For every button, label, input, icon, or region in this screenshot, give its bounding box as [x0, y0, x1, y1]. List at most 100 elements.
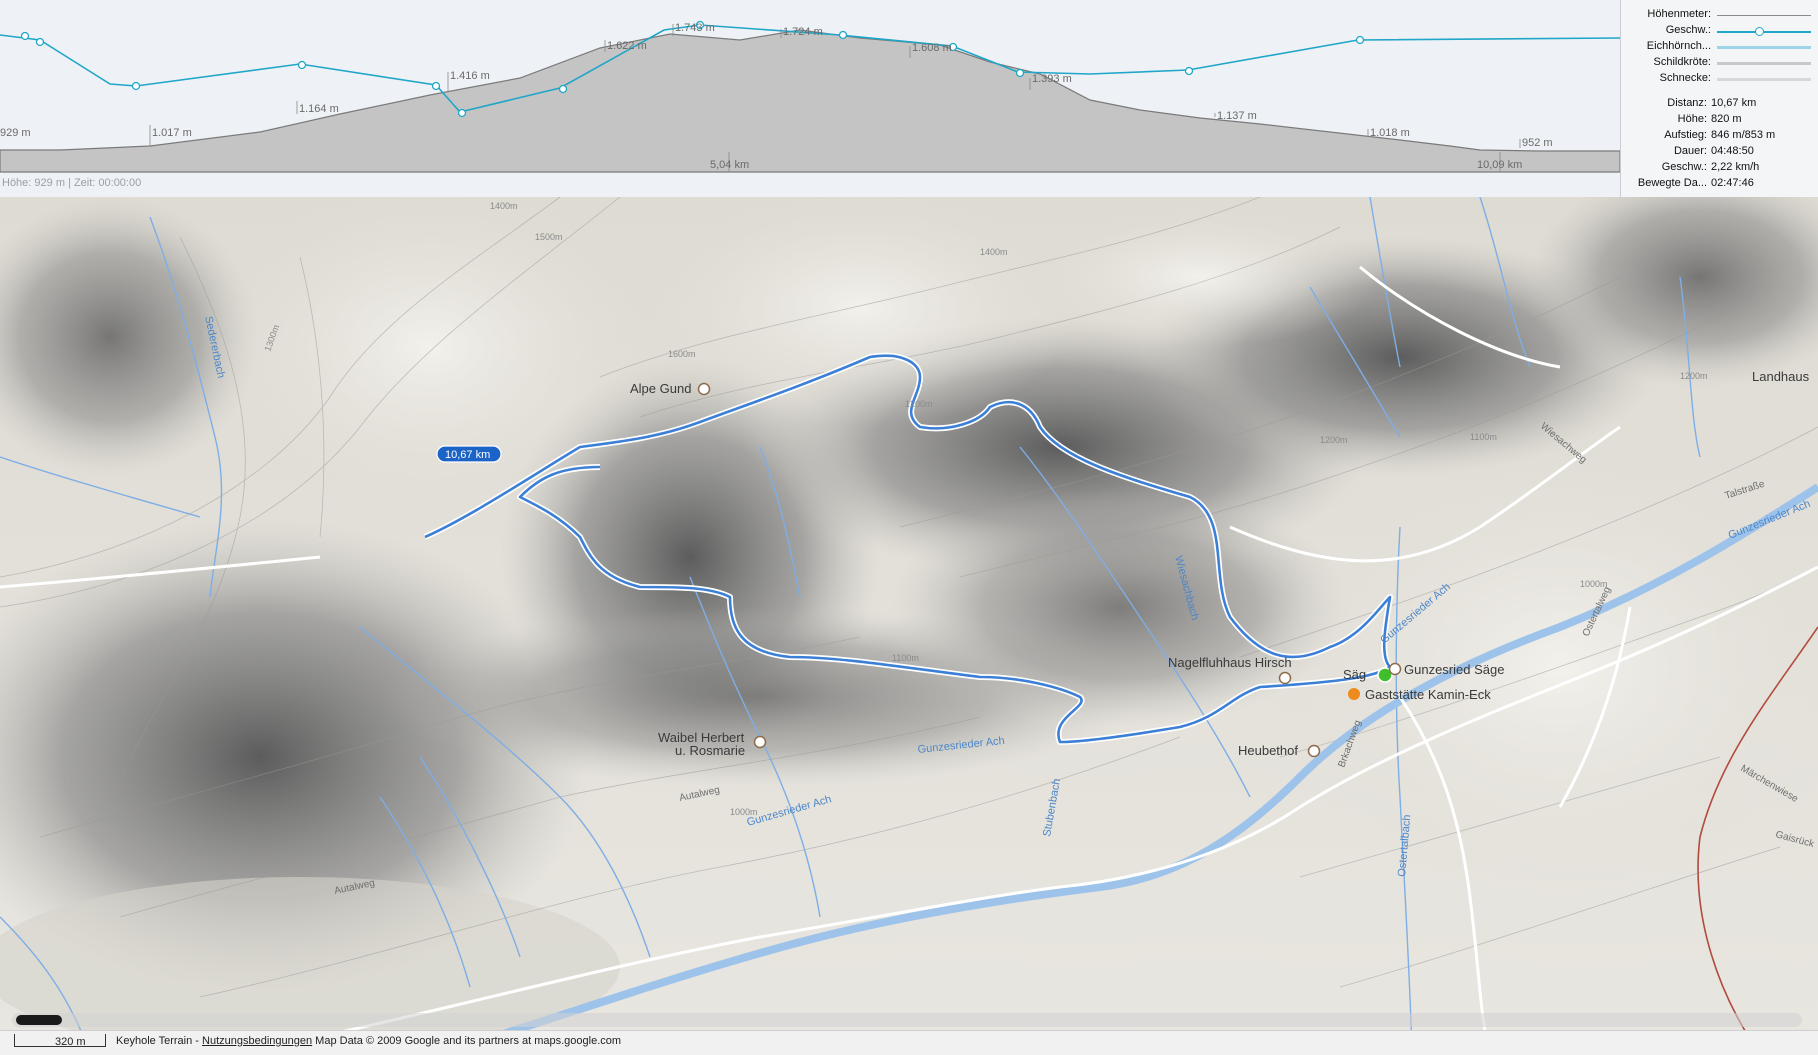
stat-label: Aufstieg: — [1664, 129, 1707, 141]
legend-stats-panel: Höhenmeter: Geschw.: Eichhörnch... Schil… — [1620, 0, 1818, 197]
stat-value: 820 m — [1711, 113, 1742, 125]
speed-point[interactable] — [1184, 66, 1194, 76]
elevation-label: 1.018 m — [1370, 127, 1410, 139]
hut-icon — [1278, 671, 1292, 685]
contour-label: 1000m — [1580, 579, 1608, 589]
hut-icon — [753, 735, 767, 749]
contour-label: 1100m — [892, 653, 919, 663]
elevation-label: 1.608 m — [912, 42, 952, 54]
poi-label: u. Rosmarie — [675, 743, 745, 758]
stat-label: Bewegte Da... — [1637, 177, 1707, 189]
legend-marker-icon — [1755, 27, 1764, 36]
legend-item-elevation[interactable]: Höhenmeter: — [1621, 7, 1818, 23]
elevation-area — [0, 29, 1620, 173]
speed-point[interactable] — [457, 108, 467, 118]
contour-label: 1600m — [668, 349, 696, 359]
scrollbar-thumb[interactable] — [16, 1015, 62, 1025]
elevation-label: 952 m — [1522, 137, 1553, 149]
legend-swatch — [1717, 78, 1811, 81]
legend-swatch — [1717, 62, 1811, 65]
poi-label-short: Säg — [1343, 667, 1366, 682]
speed-point[interactable] — [838, 30, 848, 40]
legend-label: Höhenmeter: — [1647, 8, 1711, 20]
speed-point[interactable] — [1355, 35, 1365, 45]
speed-point[interactable] — [297, 60, 307, 70]
poi-label: Gaststätte Kamin-Eck — [1365, 687, 1491, 702]
profile-graph: 929 m 1.017 m 1.164 m 1.416 m 1.622 m 1.… — [0, 20, 1620, 173]
route-distance-text: 10,67 km — [445, 449, 490, 461]
terrain-map[interactable]: 10,67 km Alpe Gund Nagelfluhhaus Hirsch … — [0, 197, 1818, 1054]
elevation-label: 1.622 m — [607, 40, 647, 52]
stat-label: Geschw.: — [1661, 161, 1707, 173]
route-distance-badge[interactable]: 10,67 km — [436, 445, 502, 463]
distance-label: 5,04 km — [710, 159, 749, 171]
poi-gaststaette[interactable]: Gaststätte Kamin-Eck — [1348, 687, 1491, 702]
elevation-label: 1.137 m — [1217, 110, 1257, 122]
scale-bar-label: 320 m — [55, 1036, 86, 1048]
poi-landhaus[interactable]: Landhaus — [1752, 369, 1810, 384]
stat-label: Dauer: — [1673, 145, 1707, 157]
hut-icon — [697, 382, 711, 396]
legend-item-speed[interactable]: Geschw.: — [1621, 23, 1818, 39]
speed-point[interactable] — [1015, 68, 1025, 78]
legend-swatch — [1717, 46, 1811, 49]
terms-link[interactable]: Nutzungsbedingungen — [202, 1035, 312, 1047]
poi-label: Heubethof — [1238, 743, 1298, 758]
legend-item-squirrel[interactable]: Eichhörnch... — [1621, 39, 1818, 55]
contour-label: 1400m — [980, 247, 1008, 257]
map-canvas[interactable]: 10,67 km Alpe Gund Nagelfluhhaus Hirsch … — [0, 197, 1818, 1054]
stat-label: Höhe: — [1677, 113, 1707, 125]
legend-label: Geschw.: — [1665, 24, 1711, 36]
stat-moving-time: Bewegte Da... 02:47:46 — [1621, 177, 1818, 193]
speed-point[interactable] — [431, 81, 441, 91]
poi-label: Gunzesried Säge — [1404, 662, 1504, 677]
legend-label: Eichhörnch... — [1646, 40, 1711, 52]
contour-label: 1400m — [490, 201, 518, 211]
stat-elevation: Höhe: 820 m — [1621, 113, 1818, 129]
stat-value: 846 m/853 m — [1711, 129, 1776, 141]
poi-label: Alpe Gund — [630, 381, 691, 396]
elevation-label: 1.017 m — [152, 127, 192, 139]
legend-label: Schildkröte: — [1653, 56, 1711, 68]
map-footer: 320 m Keyhole Terrain - Nutzungsbedingun… — [0, 1030, 1818, 1055]
legend-label: Schnecke: — [1659, 72, 1711, 84]
legend-item-turtle[interactable]: Schildkröte: — [1621, 55, 1818, 71]
speed-point[interactable] — [131, 81, 141, 91]
speed-point[interactable] — [558, 84, 568, 94]
stat-value: 02:47:46 — [1711, 177, 1754, 189]
stat-ascent: Aufstieg: 846 m/853 m — [1621, 129, 1818, 145]
elevation-label: 1.416 m — [450, 70, 490, 82]
map-attribution: Keyhole Terrain - Nutzungsbedingungen Ma… — [116, 1035, 621, 1047]
speed-point[interactable] — [20, 31, 30, 41]
elevation-label: 1.393 m — [1032, 73, 1072, 85]
elevation-label: 929 m — [0, 127, 31, 139]
contour-label: 1200m — [905, 399, 933, 409]
contour-label: 1000m — [730, 807, 758, 817]
elevation-profile-chart[interactable]: 929 m 1.017 m 1.164 m 1.416 m 1.622 m 1.… — [0, 0, 1620, 198]
profile-status-text: Höhe: 929 m | Zeit: 00:00:00 — [2, 177, 142, 189]
stat-distance: Distanz: 10,67 km — [1621, 97, 1818, 113]
legend-item-snail[interactable]: Schnecke: — [1621, 71, 1818, 87]
attribution-suffix: Map Data © 2009 Google and its partners … — [312, 1035, 622, 1047]
speed-point[interactable] — [35, 37, 45, 47]
legend-swatch — [1717, 31, 1811, 33]
stat-value: 04:48:50 — [1711, 145, 1754, 157]
poi-label: Nagelfluhhaus Hirsch — [1168, 655, 1292, 670]
contour-label: 1100m — [1470, 432, 1497, 442]
elevation-label: 1.164 m — [299, 103, 339, 115]
scale-bar: 320 m — [14, 1034, 106, 1048]
contour-label: 1200m — [1320, 435, 1348, 445]
restaurant-icon — [1348, 688, 1360, 700]
distance-label: 10,09 km — [1477, 159, 1522, 171]
map-horizontal-scrollbar[interactable] — [12, 1013, 1802, 1027]
stat-label: Distanz: — [1667, 97, 1707, 109]
contour-label: 1500m — [535, 232, 563, 242]
stat-speed: Geschw.: 2,22 km/h — [1621, 161, 1818, 177]
farm-icon — [1307, 744, 1321, 758]
elevation-label: 1.724 m — [783, 26, 823, 38]
stat-value: 2,22 km/h — [1711, 161, 1760, 173]
stat-duration: Dauer: 04:48:50 — [1621, 145, 1818, 161]
elevation-label: 1.743 m — [675, 22, 715, 34]
contour-label: 1200m — [1680, 371, 1708, 381]
legend-swatch — [1717, 15, 1811, 16]
